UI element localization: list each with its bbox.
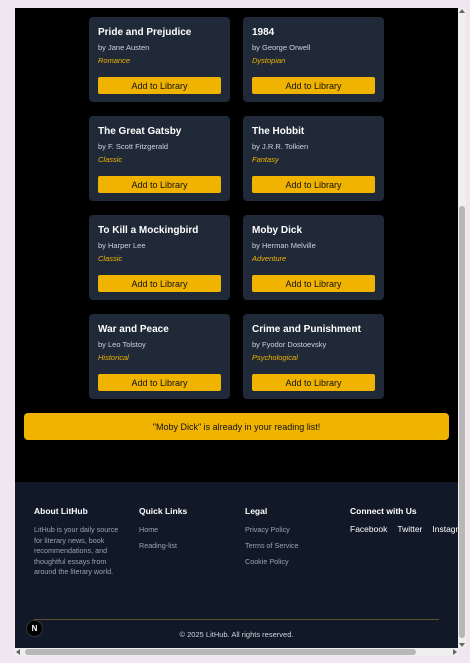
horizontal-scrollbar-thumb[interactable]: [25, 649, 416, 655]
book-genre: Classic: [98, 254, 123, 263]
footer-quick-links-heading: Quick Links: [139, 506, 188, 516]
scroll-down-arrow-icon[interactable]: [459, 643, 465, 647]
footer-connect-heading: Connect with Us: [350, 506, 417, 516]
book-title: To Kill a Mockingbird: [98, 225, 199, 236]
book-genre: Psychological: [252, 353, 298, 362]
book-card: Crime and Punishment by Fyodor Dostoevsk…: [243, 314, 384, 399]
social-link-twitter[interactable]: Twitter: [397, 525, 422, 534]
add-to-library-button[interactable]: Add to Library: [252, 374, 375, 391]
book-author: by J.R.R. Tolkien: [252, 142, 309, 151]
book-author: by Leo Tolstoy: [98, 340, 146, 349]
footer-connect: Connect with Us Facebook Twitter Instagr…: [350, 506, 458, 534]
already-in-list-toast: "Moby Dick" is already in your reading l…: [24, 413, 449, 440]
site-footer: About LitHub LitHub is your daily source…: [15, 482, 458, 656]
footer-legal: Legal Privacy Policy Terms of Service Co…: [245, 506, 299, 573]
book-card: Pride and Prejudice by Jane Austen Roman…: [89, 17, 230, 102]
book-grid: Pride and Prejudice by Jane Austen Roman…: [89, 17, 385, 399]
book-genre: Historical: [98, 353, 129, 362]
book-card: The Great Gatsby by F. Scott Fitzgerald …: [89, 116, 230, 201]
social-links: Facebook Twitter Instagram: [350, 525, 458, 534]
book-genre: Fantasy: [252, 155, 279, 164]
add-to-library-button[interactable]: Add to Library: [98, 77, 221, 94]
social-link-instagram[interactable]: Instagram: [432, 525, 458, 534]
copyright-text: © 2025 LitHub. All rights reserved.: [179, 630, 294, 639]
scroll-left-arrow-icon[interactable]: [16, 649, 20, 655]
browser-frame: Pride and Prejudice by Jane Austen Roman…: [0, 0, 470, 663]
book-card: To Kill a Mockingbird by Harper Lee Clas…: [89, 215, 230, 300]
book-card: The Hobbit by J.R.R. Tolkien Fantasy Add…: [243, 116, 384, 201]
book-card: 1984 by George Orwell Dystopian Add to L…: [243, 17, 384, 102]
book-genre: Romance: [98, 56, 131, 65]
footer-link-terms-of-service[interactable]: Terms of Service: [245, 541, 299, 550]
book-author: by Fyodor Dostoevsky: [252, 340, 327, 349]
footer-link-privacy-policy[interactable]: Privacy Policy: [245, 525, 299, 534]
book-title: Moby Dick: [252, 225, 303, 236]
book-author: by Jane Austen: [98, 43, 150, 52]
book-title: The Hobbit: [252, 126, 305, 137]
footer-about-text: LitHub is your daily source for literary…: [34, 525, 119, 576]
scroll-right-arrow-icon[interactable]: [453, 649, 457, 655]
horizontal-scrollbar[interactable]: [15, 648, 458, 656]
footer-about-heading: About LitHub: [34, 506, 88, 516]
footer-legal-heading: Legal: [245, 506, 268, 516]
footer-quick-links: Quick Links Home Reading-list: [139, 506, 187, 557]
vertical-scrollbar[interactable]: [458, 8, 466, 648]
footer-link-cookie-policy[interactable]: Cookie Policy: [245, 557, 299, 566]
book-author: by F. Scott Fitzgerald: [98, 142, 169, 151]
vertical-scrollbar-thumb[interactable]: [459, 206, 465, 638]
book-genre: Adventure: [252, 254, 287, 263]
footer-link-reading-list[interactable]: Reading-list: [139, 541, 187, 550]
book-title: The Great Gatsby: [98, 126, 182, 137]
add-to-library-button[interactable]: Add to Library: [98, 374, 221, 391]
add-to-library-button[interactable]: Add to Library: [252, 77, 375, 94]
footer-divider: [34, 619, 439, 620]
add-to-library-button[interactable]: Add to Library: [98, 176, 221, 193]
book-author: by Herman Melville: [252, 241, 316, 250]
book-title: Crime and Punishment: [252, 324, 361, 335]
book-card: War and Peace by Leo Tolstoy Historical …: [89, 314, 230, 399]
add-to-library-button[interactable]: Add to Library: [252, 176, 375, 193]
add-to-library-button[interactable]: Add to Library: [252, 275, 375, 292]
book-title: Pride and Prejudice: [98, 27, 192, 38]
book-genre: Dystopian: [252, 56, 286, 65]
footer-link-home[interactable]: Home: [139, 525, 187, 534]
book-title: 1984: [252, 27, 275, 38]
book-genre: Classic: [98, 155, 123, 164]
page-viewport: Pride and Prejudice by Jane Austen Roman…: [15, 8, 458, 656]
social-link-facebook[interactable]: Facebook: [350, 525, 387, 534]
scroll-up-arrow-icon[interactable]: [459, 9, 465, 13]
book-author: by Harper Lee: [98, 241, 146, 250]
footer-about: About LitHub LitHub is your daily source…: [34, 506, 120, 578]
book-author: by George Orwell: [252, 43, 311, 52]
add-to-library-button[interactable]: Add to Library: [98, 275, 221, 292]
book-title: War and Peace: [98, 324, 169, 335]
book-card: Moby Dick by Herman Melville Adventure A…: [243, 215, 384, 300]
